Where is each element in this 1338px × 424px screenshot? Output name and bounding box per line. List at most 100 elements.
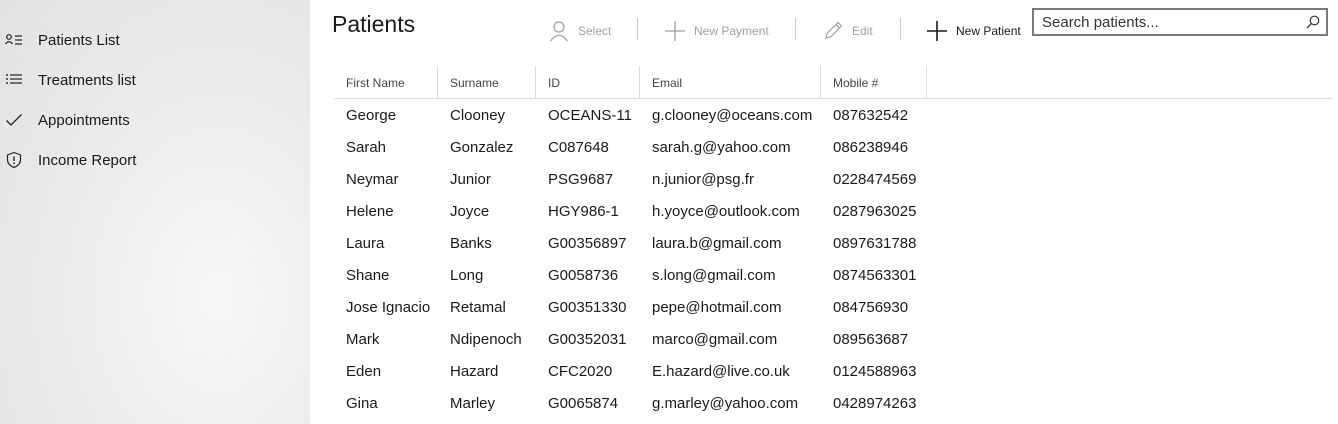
- table-row[interactable]: Eden Hazard CFC2020 E.hazard@live.co.uk 0124…: [334, 355, 1332, 387]
- email-cell: h.yoyce@outlook.com: [652, 203, 800, 220]
- main-content: Patients Select New Payment Edit New Pat…: [310, 0, 1338, 424]
- column-header-email[interactable]: Email: [640, 66, 821, 98]
- checkmark-icon: [5, 111, 23, 129]
- first-name-cell: Gina: [346, 395, 378, 412]
- mobile-cell: 0228474569: [833, 171, 917, 188]
- id-cell: C087648: [548, 139, 609, 156]
- toolbar-divider: [637, 18, 638, 40]
- surname-cell: Retamal: [450, 299, 506, 316]
- id-cell: CFC2020: [548, 363, 613, 380]
- search-icon[interactable]: [1305, 14, 1321, 30]
- id-cell: PSG9687: [548, 171, 614, 188]
- table-row[interactable]: Jose Ignacio Retamal G00351330 pepe@hotmail…: [334, 291, 1332, 323]
- table-row[interactable]: George Clooney OCEANS-11 g.clooney@oceans.c…: [334, 99, 1332, 131]
- first-name-cell: Shane: [346, 267, 390, 284]
- pencil-icon: [820, 18, 846, 44]
- id-cell: G0058736: [548, 267, 619, 284]
- mobile-cell: 0124588963: [833, 363, 917, 380]
- id-cell: G00352031: [548, 331, 627, 348]
- person-icon: [546, 18, 572, 44]
- sidebar-item-label: Appointments: [38, 111, 130, 129]
- column-header-surname[interactable]: Surname: [438, 66, 536, 98]
- edit-label: Edit: [852, 24, 873, 38]
- plus-icon: [924, 18, 950, 44]
- table-body: George Clooney OCEANS-11 g.clooney@oceans.c…: [334, 99, 1332, 419]
- select-label: Select: [578, 24, 612, 38]
- email-cell: s.long@gmail.com: [652, 267, 776, 284]
- column-header-mobile[interactable]: Mobile #: [821, 66, 927, 98]
- id-cell: G00356897: [548, 235, 627, 252]
- toolbar-divider: [795, 18, 796, 40]
- list-icon: [5, 71, 23, 89]
- first-name-cell: George: [346, 107, 397, 124]
- column-header-id[interactable]: ID: [536, 66, 640, 98]
- table-row[interactable]: Mark Ndipenoch G00352031 marco@gmail.com 089…: [334, 323, 1332, 355]
- first-name-cell: Helene: [346, 203, 394, 220]
- first-name-cell: Neymar: [346, 171, 399, 188]
- surname-cell: Gonzalez: [450, 139, 514, 156]
- sidebar-item-patients-list[interactable]: Patients List: [0, 20, 310, 60]
- patients-table: First Name Surname ID Email Mobile # Geo…: [334, 66, 1332, 419]
- first-name-cell: Jose Ignacio: [346, 299, 431, 316]
- email-cell: g.clooney@oceans.com: [652, 107, 813, 124]
- edit-button[interactable]: Edit: [820, 14, 873, 48]
- email-cell: marco@gmail.com: [652, 331, 778, 348]
- table-row[interactable]: Helene Joyce HGY986-1 h.yoyce@outlook.com 02…: [334, 195, 1332, 227]
- table-row[interactable]: Sarah Gonzalez C087648 sarah.g@yahoo.com 086…: [334, 131, 1332, 163]
- email-cell: pepe@hotmail.com: [652, 299, 782, 316]
- surname-cell: Banks: [450, 235, 492, 252]
- table-row[interactable]: Laura Banks G00356897 laura.b@gmail.com 0897…: [334, 227, 1332, 259]
- table-header: First Name Surname ID Email Mobile #: [334, 66, 1332, 99]
- surname-cell: Marley: [450, 395, 496, 412]
- sidebar-item-label: Treatments list: [38, 71, 136, 89]
- new-payment-label: New Payment: [694, 24, 769, 38]
- sidebar-item-treatments-list[interactable]: Treatments list: [0, 60, 310, 100]
- new-patient-label: New Patient: [956, 24, 1021, 38]
- mobile-cell: 089563687: [833, 331, 909, 348]
- mobile-cell: 0897631788: [833, 235, 917, 252]
- sidebar-item-income-report[interactable]: Income Report: [0, 140, 310, 180]
- mobile-cell: 084756930: [833, 299, 909, 316]
- plus-icon: [662, 18, 688, 44]
- surname-cell: Ndipenoch: [450, 331, 522, 348]
- first-name-cell: Eden: [346, 363, 382, 380]
- search-box: [1032, 8, 1328, 36]
- email-cell: E.hazard@live.co.uk: [652, 363, 790, 380]
- surname-cell: Long: [450, 267, 484, 284]
- toolbar-divider: [900, 18, 901, 40]
- email-cell: n.junior@psg.fr: [652, 171, 754, 188]
- table-row[interactable]: Shane Long G0058736 s.long@gmail.com 0874563…: [334, 259, 1332, 291]
- first-name-cell: Laura: [346, 235, 385, 252]
- search-input[interactable]: [1042, 13, 1292, 31]
- contact-list-icon: [5, 31, 23, 49]
- id-cell: G00351330: [548, 299, 627, 316]
- sidebar: Patients List Treatments list Appointmen…: [0, 0, 310, 424]
- table-row[interactable]: Neymar Junior PSG9687 n.junior@psg.fr 022847…: [334, 163, 1332, 195]
- new-patient-button[interactable]: New Patient: [924, 14, 1021, 48]
- sidebar-item-label: Income Report: [38, 151, 137, 169]
- surname-cell: Joyce: [450, 203, 490, 220]
- email-cell: laura.b@gmail.com: [652, 235, 782, 252]
- select-button[interactable]: Select: [546, 14, 611, 48]
- shield-icon: [5, 151, 23, 169]
- mobile-cell: 087632542: [833, 107, 909, 124]
- id-cell: OCEANS-11: [548, 107, 632, 124]
- id-cell: HGY986-1: [548, 203, 619, 220]
- first-name-cell: Mark: [346, 331, 380, 348]
- table-row[interactable]: Gina Marley G0065874 g.marley@yahoo.com 0428…: [334, 387, 1332, 419]
- id-cell: G0065874: [548, 395, 619, 412]
- mobile-cell: 086238946: [833, 139, 909, 156]
- first-name-cell: Sarah: [346, 139, 387, 156]
- sidebar-item-appointments[interactable]: Appointments: [0, 100, 310, 140]
- new-payment-button[interactable]: New Payment: [662, 14, 769, 48]
- sidebar-item-label: Patients List: [38, 31, 120, 49]
- surname-cell: Hazard: [450, 363, 499, 380]
- surname-cell: Junior: [450, 171, 491, 188]
- mobile-cell: 0428974263: [833, 395, 917, 412]
- page-title: Patients: [332, 11, 416, 37]
- column-header-first-name[interactable]: First Name: [334, 66, 438, 98]
- mobile-cell: 0874563301: [833, 267, 917, 284]
- mobile-cell: 0287963025: [833, 203, 917, 220]
- email-cell: g.marley@yahoo.com: [652, 395, 799, 412]
- surname-cell: Clooney: [450, 107, 506, 124]
